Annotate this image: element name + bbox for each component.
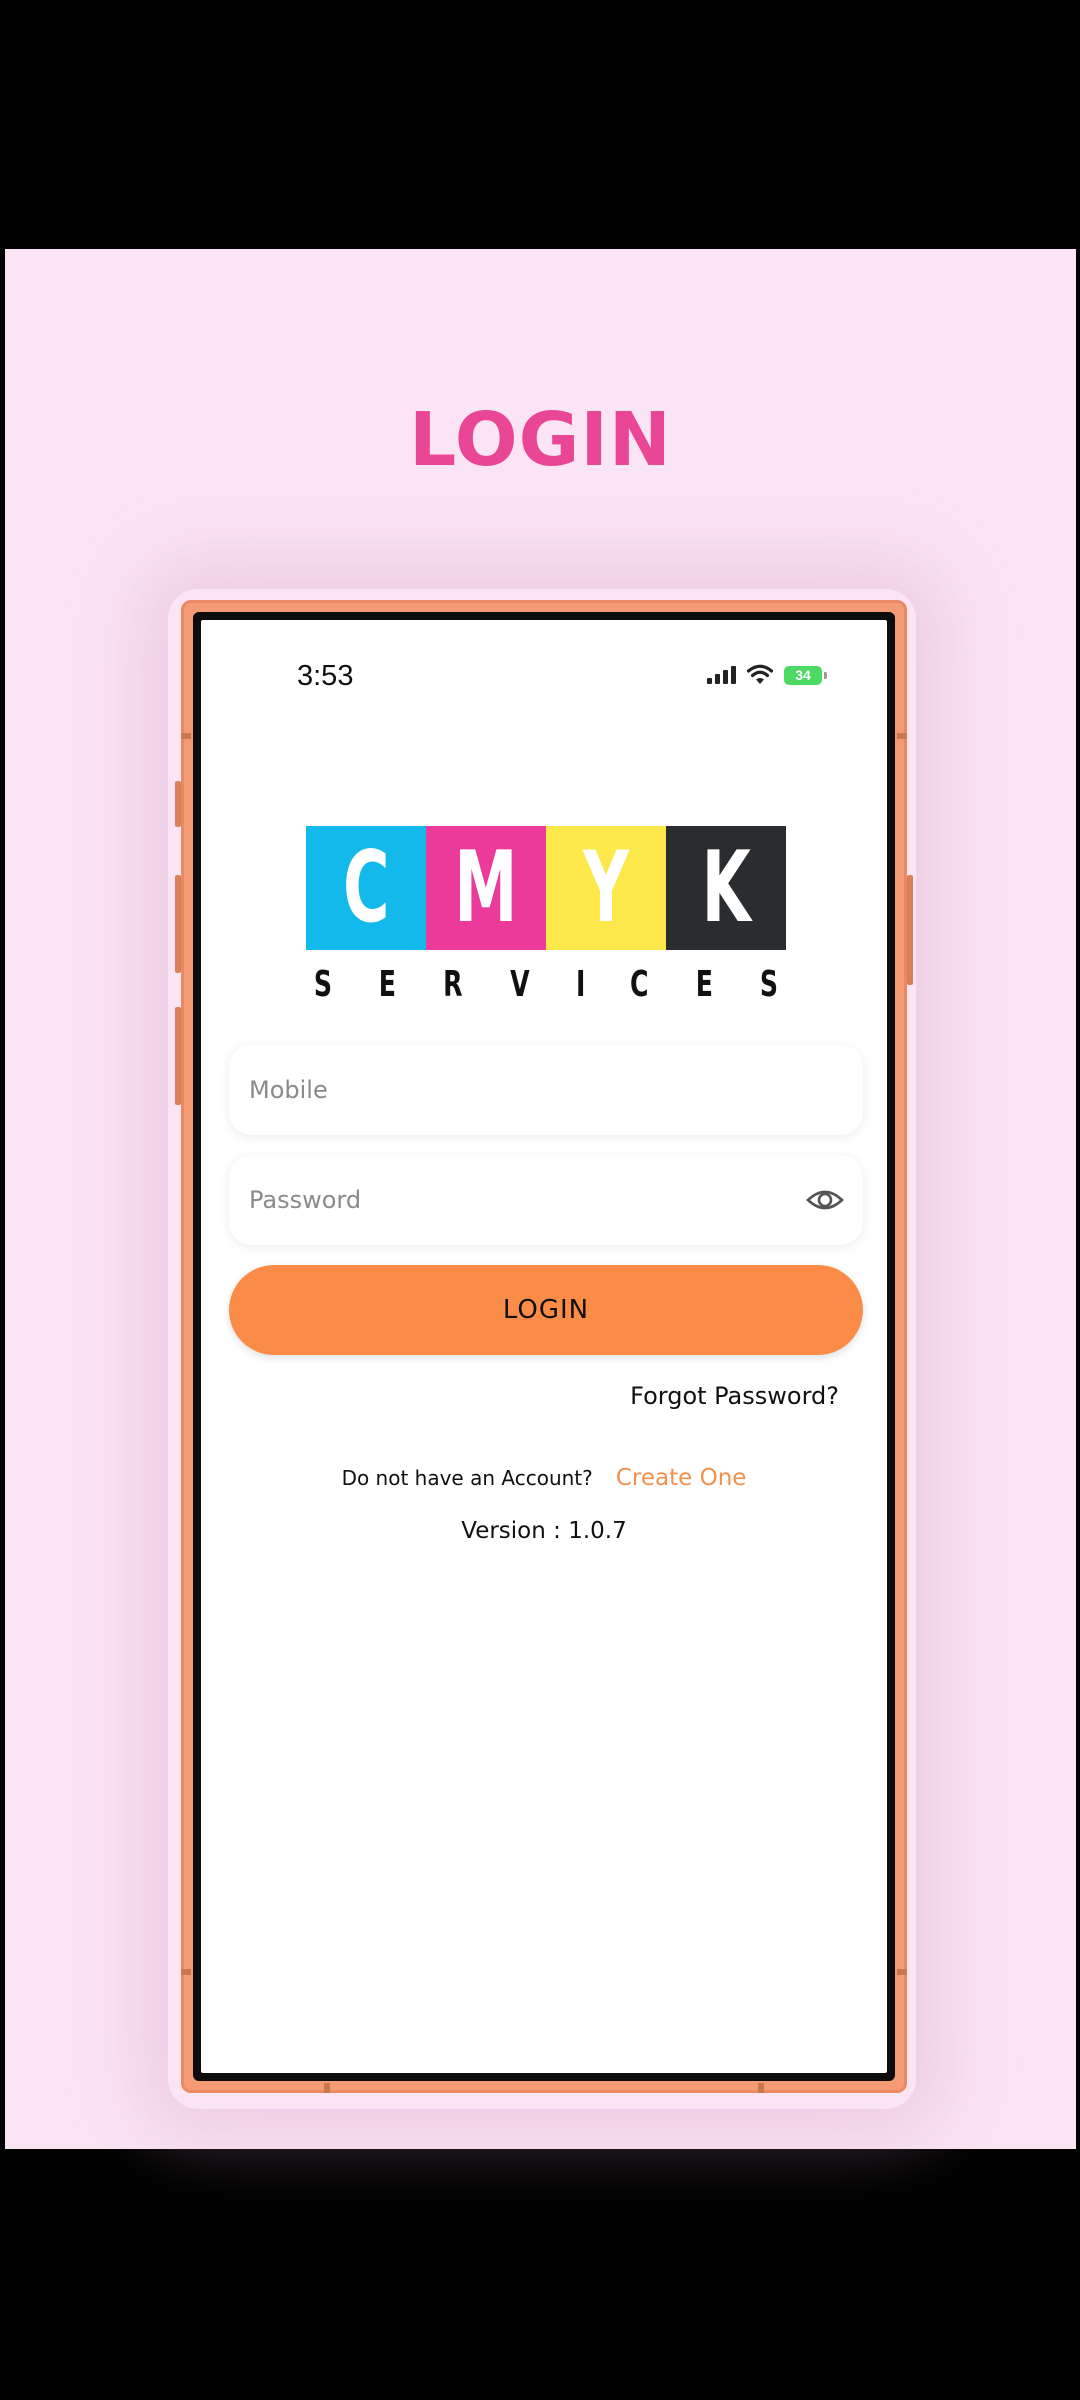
logo-subtitle: SERVICES: [306, 964, 786, 1005]
phone-antenna-line: [324, 2083, 330, 2093]
status-icons: 34: [707, 664, 827, 686]
logo-subtitle-letter: I: [575, 964, 585, 1005]
logo-letter-block: C: [306, 826, 426, 950]
logo-blocks: CMYK: [306, 826, 786, 950]
phone-screen: 3:53 34 CMYK SERVICES Mobile LOGIN Forgo…: [201, 620, 887, 2073]
mobile-field[interactable]: [229, 1045, 863, 1135]
password-field[interactable]: [229, 1155, 863, 1245]
logo-letter: C: [342, 831, 390, 945]
logo-letter: M: [454, 831, 518, 945]
mobile-input[interactable]: [247, 1075, 845, 1105]
logo-subtitle-letter: E: [695, 964, 713, 1005]
signal-icon: [707, 666, 736, 684]
logo-letter: Y: [583, 831, 629, 945]
password-input[interactable]: [247, 1185, 805, 1215]
logo-subtitle-letter: S: [313, 964, 333, 1005]
logo-subtitle-letter: R: [443, 964, 463, 1005]
page-title: LOGIN: [409, 397, 672, 483]
logo-subtitle-letter: V: [510, 964, 530, 1005]
logo-letter-block: Y: [546, 826, 666, 950]
phone-side-button: [175, 781, 181, 827]
forgot-password-link[interactable]: Forgot Password?: [630, 1382, 839, 1410]
signup-row: Do not have an Account? Create One: [201, 1465, 887, 1491]
phone-side-button: [907, 875, 913, 985]
phone-mockup: 3:53 34 CMYK SERVICES Mobile LOGIN Forgo…: [175, 600, 913, 2093]
create-account-link[interactable]: Create One: [616, 1465, 747, 1491]
no-account-text: Do not have an Account?: [341, 1466, 593, 1490]
version-text: Version : 1.0.7: [461, 1518, 627, 1544]
phone-antenna-line: [897, 733, 907, 739]
phone-antenna-line: [181, 1969, 191, 1975]
logo-letter-block: M: [426, 826, 546, 950]
logo-subtitle-letter: E: [378, 964, 397, 1005]
logo-letter-block: K: [666, 826, 786, 950]
eye-icon[interactable]: [805, 1185, 845, 1215]
battery-level: 34: [784, 665, 822, 685]
cmyk-logo: CMYK SERVICES: [306, 826, 786, 1005]
logo-subtitle-letter: S: [759, 964, 779, 1005]
wifi-icon: [746, 664, 774, 684]
phone-side-button: [175, 875, 181, 973]
logo-subtitle-letter: C: [630, 964, 649, 1005]
phone-antenna-line: [897, 1969, 907, 1975]
status-time: 3:53: [297, 660, 354, 692]
battery-icon: 34: [784, 665, 827, 685]
phone-antenna-line: [181, 733, 191, 739]
app-canvas: LOGIN 3:53 34 C M Y K S E R V I C E S Mo…: [5, 249, 1076, 2149]
login-button[interactable]: LOGIN: [229, 1265, 863, 1355]
phone-side-button: [175, 1007, 181, 1105]
logo-letter: K: [701, 831, 751, 945]
phone-antenna-line: [758, 2083, 764, 2093]
